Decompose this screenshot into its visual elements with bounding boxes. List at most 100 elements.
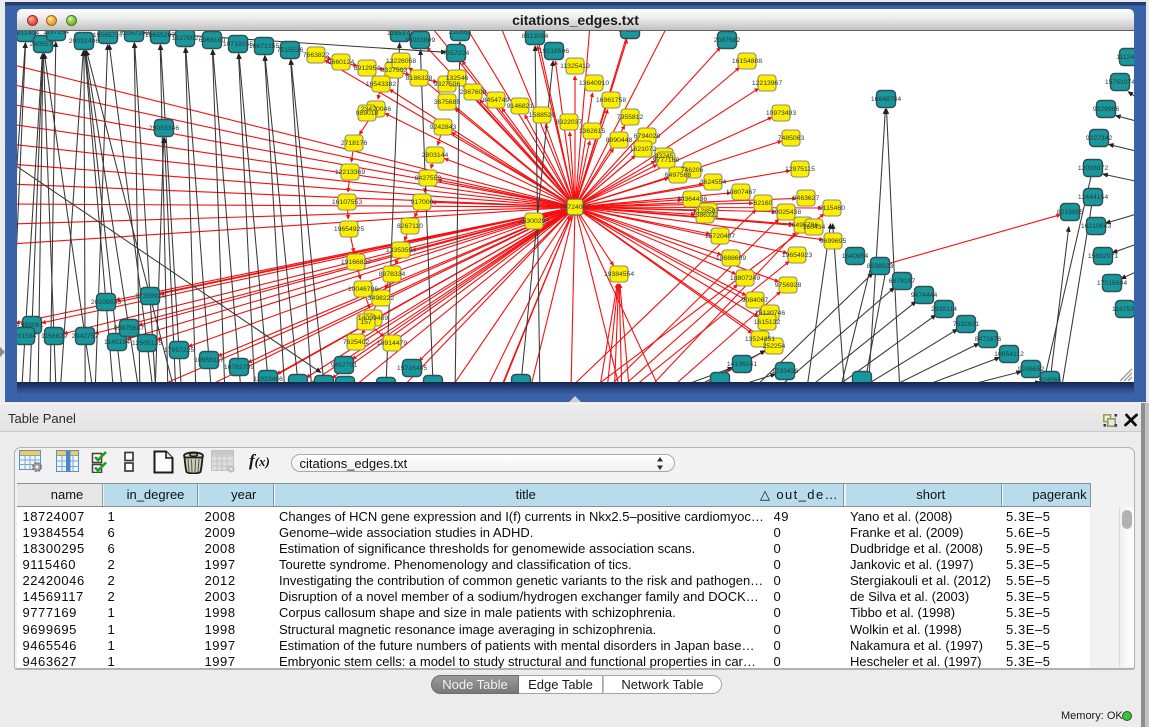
svg-text:991594: 991594: [17, 333, 37, 340]
svg-text:10025438: 10025438: [771, 209, 801, 216]
svg-text:985061: 985061: [21, 322, 44, 329]
svg-text:62160: 62160: [754, 200, 773, 207]
svg-text:9457791: 9457791: [331, 362, 358, 369]
svg-text:19654923: 19654923: [782, 252, 812, 259]
svg-text:9327503: 9327503: [381, 67, 408, 74]
svg-text:19654925: 19654925: [334, 226, 364, 233]
svg-text:9777169: 9777169: [653, 157, 680, 164]
svg-text:7386322: 7386322: [692, 212, 719, 219]
svg-text:2405572: 2405572: [30, 41, 57, 48]
svg-text:132546: 132546: [446, 75, 469, 82]
svg-text:9463627: 9463627: [793, 195, 820, 202]
svg-text:7632621: 7632621: [953, 321, 980, 328]
svg-text:2367608: 2367608: [460, 89, 487, 96]
svg-text:10973493: 10973493: [766, 110, 796, 117]
svg-text:1615132: 1615132: [754, 319, 781, 326]
svg-text:2718176: 2718176: [341, 140, 368, 147]
svg-text:16107553: 16107553: [332, 199, 362, 206]
svg-text:13640910: 13640910: [579, 80, 609, 87]
svg-text:160434: 160434: [803, 224, 826, 231]
svg-text:8471676: 8471676: [975, 336, 1002, 343]
svg-text:7485063: 7485063: [778, 135, 805, 142]
svg-text:7955812: 7955812: [617, 114, 644, 121]
svg-text:10654112: 10654112: [994, 351, 1024, 358]
svg-text:6879197: 6879197: [889, 278, 916, 285]
svg-text:917006: 917006: [411, 199, 434, 206]
svg-text:9756928: 9756928: [775, 282, 802, 289]
svg-text:12093872: 12093872: [1078, 165, 1108, 172]
svg-text:19218506: 19218506: [539, 48, 569, 55]
svg-text:10046786: 10046786: [348, 286, 378, 293]
svg-text:873197: 873197: [619, 31, 642, 34]
svg-text:3675685: 3675685: [434, 99, 461, 106]
svg-text:1197254: 1197254: [43, 31, 69, 36]
svg-text:15720407: 15720407: [705, 233, 735, 240]
svg-text:20206533: 20206533: [91, 299, 121, 306]
svg-text:12213369: 12213369: [335, 169, 365, 176]
svg-text:29053346: 29053346: [149, 125, 179, 132]
svg-text:9245652: 9245652: [1018, 366, 1045, 373]
svg-text:20364436: 20364436: [677, 196, 707, 203]
svg-text:19384554: 19384554: [604, 271, 634, 278]
svg-text:12444154: 12444154: [1078, 194, 1108, 201]
svg-text:9084067: 9084067: [742, 297, 769, 304]
svg-text:9327506: 9327506: [434, 81, 461, 88]
svg-text:252254: 252254: [763, 343, 786, 350]
svg-text:3624554: 3624554: [700, 179, 727, 186]
svg-text:9474444: 9474444: [911, 292, 938, 299]
svg-text:16033809: 16033809: [405, 37, 435, 44]
svg-text:7625402: 7625402: [343, 339, 370, 346]
svg-text:13353594: 13353594: [386, 247, 416, 254]
svg-text:15692971: 15692971: [1088, 253, 1118, 260]
svg-text:10914479: 10914479: [377, 340, 407, 347]
svg-text:16961758: 16961758: [596, 97, 626, 104]
svg-text:16210643: 16210643: [1081, 223, 1111, 230]
svg-text:10655267: 10655267: [145, 32, 175, 39]
svg-text:93975687: 93975687: [114, 325, 144, 332]
svg-text:1156829: 1156829: [41, 333, 67, 340]
svg-text:8322037: 8322037: [556, 119, 583, 126]
svg-text:1588520: 1588520: [529, 112, 556, 119]
svg-text:16543382: 16543382: [366, 81, 396, 88]
svg-text:2935114: 2935114: [931, 306, 957, 313]
svg-text:9300124: 9300124: [17, 322, 19, 329]
svg-text:8267110: 8267110: [397, 223, 423, 230]
svg-text:9699695: 9699695: [820, 238, 847, 245]
svg-text:9660124: 9660124: [328, 59, 355, 66]
svg-text:13226058: 13226058: [386, 58, 416, 65]
svg-text:8427552: 8427552: [415, 175, 442, 182]
svg-text:2087682: 2087682: [714, 37, 741, 44]
svg-text:1362615: 1362615: [579, 128, 606, 135]
svg-text:18724007: 18724007: [560, 204, 590, 211]
svg-text:25300295: 25300295: [519, 218, 549, 225]
svg-text:8990448: 8990448: [606, 137, 633, 144]
svg-text:7515526: 7515526: [277, 47, 304, 54]
svg-text:19166827: 19166827: [341, 259, 371, 266]
svg-text:16782759: 16782759: [224, 364, 254, 371]
svg-text:16648784: 16648784: [871, 96, 901, 103]
svg-text:6794028: 6794028: [634, 133, 661, 140]
svg-text:1167533: 1167533: [1112, 306, 1134, 313]
svg-text:15751074: 15751074: [1105, 79, 1134, 86]
svg-text:7357224: 7357224: [443, 50, 470, 57]
svg-text:20091406: 20091406: [69, 38, 99, 45]
svg-text:3498222: 3498222: [368, 295, 395, 302]
svg-text:1112469: 1112469: [1116, 54, 1134, 61]
svg-text:9146821: 9146821: [507, 103, 534, 110]
svg-text:16671355: 16671355: [249, 43, 279, 50]
svg-text:12505135: 12505135: [132, 340, 162, 347]
svg-text:12213967: 12213967: [752, 80, 782, 87]
svg-text:7663822: 7663822: [303, 52, 330, 59]
svg-text:17016504: 17016504: [1097, 280, 1127, 287]
svg-text:1621072: 1621072: [630, 146, 657, 153]
svg-text:11325419: 11325419: [560, 63, 590, 70]
svg-text:8878334: 8878334: [379, 271, 406, 278]
svg-text:6966160: 6966160: [199, 37, 226, 44]
svg-text:12975115: 12975115: [785, 166, 815, 173]
svg-text:18807249: 18807249: [730, 275, 760, 282]
svg-text:8186328: 8186328: [406, 75, 433, 82]
svg-text:9242843: 9242843: [430, 124, 457, 131]
svg-text:157: 157: [360, 319, 372, 326]
svg-text:9811404: 9811404: [17, 31, 39, 37]
svg-text:9227342: 9227342: [1086, 135, 1113, 142]
